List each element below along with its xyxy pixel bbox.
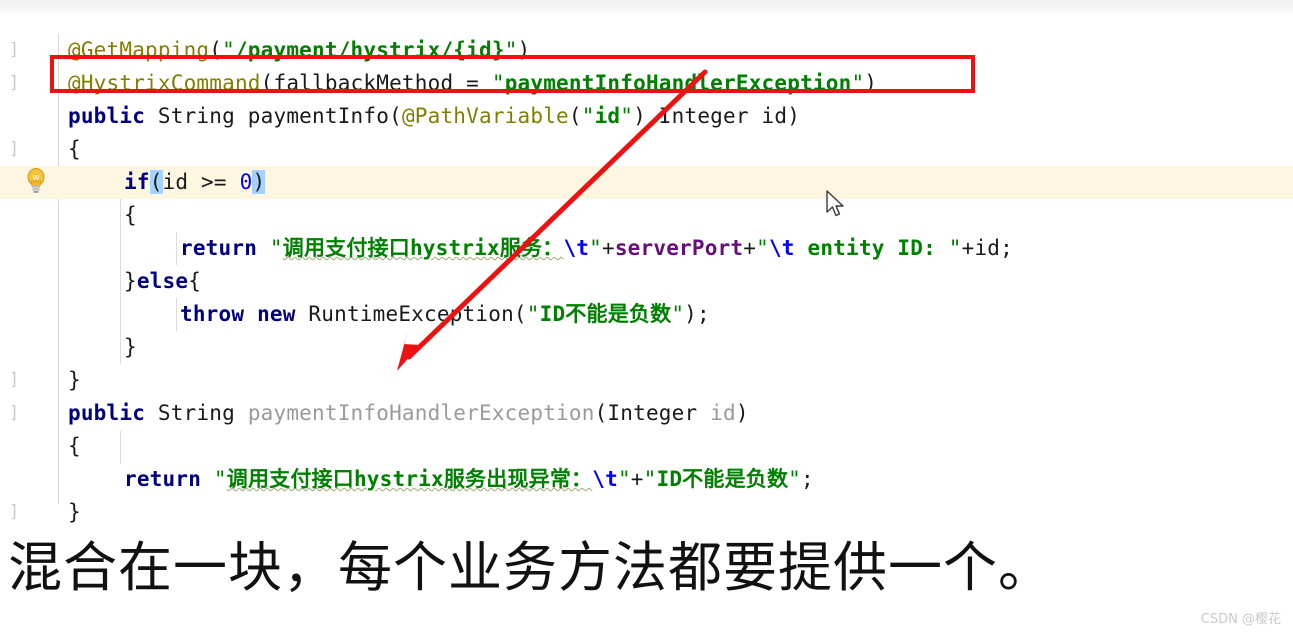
code-line-13-content: { — [68, 434, 81, 458]
code-line-15[interactable]: } — [0, 496, 1293, 529]
red-rectangle-around-hystrix-command — [50, 55, 975, 93]
code-line-7[interactable]: return "调用支付接口hystrix服务：\t"+serverPort+"… — [0, 232, 1293, 265]
code-line-12[interactable]: public String paymentInfoHandlerExceptio… — [0, 397, 1293, 430]
code-line-4[interactable]: { — [0, 133, 1293, 166]
code-line-8-content: }else{ — [124, 269, 202, 293]
code-line-11-content: } — [68, 368, 81, 392]
code-line-8[interactable]: }else{ — [0, 265, 1293, 298]
code-line-6[interactable]: { — [0, 199, 1293, 232]
editor-toolbar-band — [0, 0, 1293, 16]
code-line-5-content: if(id >= 0) — [124, 170, 266, 194]
code-line-7-content: return "调用支付接口hystrix服务：\t"+serverPort+"… — [180, 236, 1013, 260]
code-line-6-content: { — [124, 203, 137, 227]
code-line-9-content: throw new RuntimeException("ID不能是负数"); — [180, 302, 710, 326]
code-line-12-content: public String paymentInfoHandlerExceptio… — [68, 401, 749, 425]
code-line-3-content: public String paymentInfo(@PathVariable(… — [68, 104, 801, 128]
code-line-4-content: { — [68, 137, 81, 161]
code-line-11[interactable]: } — [0, 364, 1293, 397]
code-line-3[interactable]: public String paymentInfo(@PathVariable(… — [0, 100, 1293, 133]
code-line-13[interactable]: { — [0, 430, 1293, 463]
watermark: CSDN @樱花 — [1200, 612, 1281, 627]
caption-text: 混合在一块，每个业务方法都要提供一个。 — [8, 536, 1053, 599]
code-line-5[interactable]: if(id >= 0) — [0, 166, 1293, 199]
code-line-9[interactable]: throw new RuntimeException("ID不能是负数"); — [0, 298, 1293, 331]
code-line-14-content: return "调用支付接口hystrix服务出现异常：\t"+"ID不能是负数… — [124, 467, 814, 491]
code-line-10-content: } — [124, 335, 137, 359]
mouse-pointer — [826, 190, 844, 217]
code-line-14[interactable]: return "调用支付接口hystrix服务出现异常：\t"+"ID不能是负数… — [0, 463, 1293, 496]
code-line-10[interactable]: } — [0, 331, 1293, 364]
code-line-15-content: } — [68, 500, 81, 524]
